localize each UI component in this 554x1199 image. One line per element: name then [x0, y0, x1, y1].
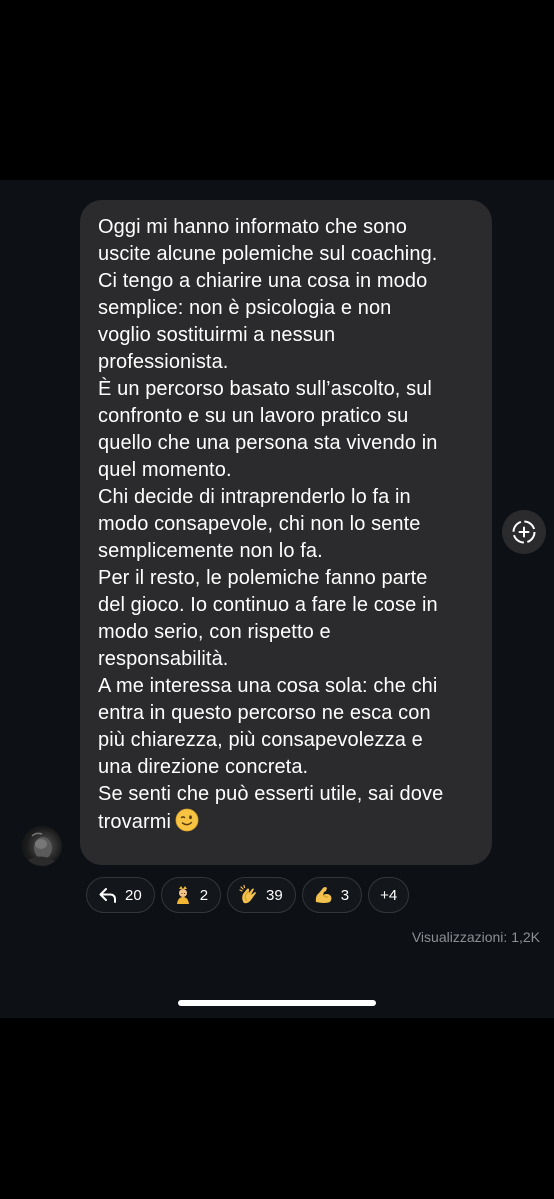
message-paragraph-7: Se senti che può esserti utile, sai dove… — [98, 781, 478, 836]
clap-count: 39 — [266, 886, 283, 904]
message-paragraph-3: È un percorso basato sull’ascolto, sul c… — [98, 378, 438, 481]
message-paragraph-7-text: Se senti che può esserti utile, sai dove… — [98, 783, 444, 833]
reaction-chip-clap[interactable]: 39 — [227, 877, 296, 913]
home-indicator[interactable] — [178, 1000, 376, 1006]
avatar-photo-icon — [28, 832, 56, 866]
message-paragraph-5: Per il resto, le polemiche fanno parte d… — [98, 567, 438, 670]
message-paragraph-4: Chi decide di intraprenderlo lo fa in mo… — [98, 486, 421, 562]
clapping-hands-emoji-icon — [239, 884, 257, 904]
sender-avatar[interactable] — [22, 826, 62, 866]
reactions-bar: 20 2 39 3 +4 — [86, 877, 410, 913]
message-paragraph-2: Ci tengo a chiarire una cosa in modo sem… — [98, 270, 428, 373]
flexed-biceps-emoji-icon — [315, 887, 332, 903]
message-bubble[interactable]: Oggi mi hanno informato che sono uscite … — [80, 200, 492, 865]
biceps-count: 3 — [340, 886, 350, 904]
chat-screen: Oggi mi hanno informato che sono uscite … — [0, 180, 554, 1018]
more-reactions-chip[interactable]: +4 — [368, 877, 410, 913]
more-reactions-label: +4 — [380, 886, 398, 904]
add-circle-icon — [512, 520, 536, 544]
message-paragraph-6: A me interessa una cosa sola: che chi en… — [98, 675, 438, 778]
reply-chip[interactable]: 20 — [86, 877, 155, 913]
winking-face-icon — [175, 808, 199, 832]
reaction-chip-genie[interactable]: 2 — [160, 877, 222, 913]
reply-arrow-icon — [99, 888, 116, 903]
add-reaction-button[interactable] — [502, 510, 546, 554]
reply-count: 20 — [125, 886, 142, 904]
genie-emoji-icon — [176, 886, 189, 904]
view-count: Visualizzazioni: 1,2K — [411, 929, 540, 945]
reaction-chip-biceps[interactable]: 3 — [301, 877, 363, 913]
genie-count: 2 — [199, 886, 209, 904]
message-paragraph-1: Oggi mi hanno informato che sono uscite … — [98, 216, 438, 265]
